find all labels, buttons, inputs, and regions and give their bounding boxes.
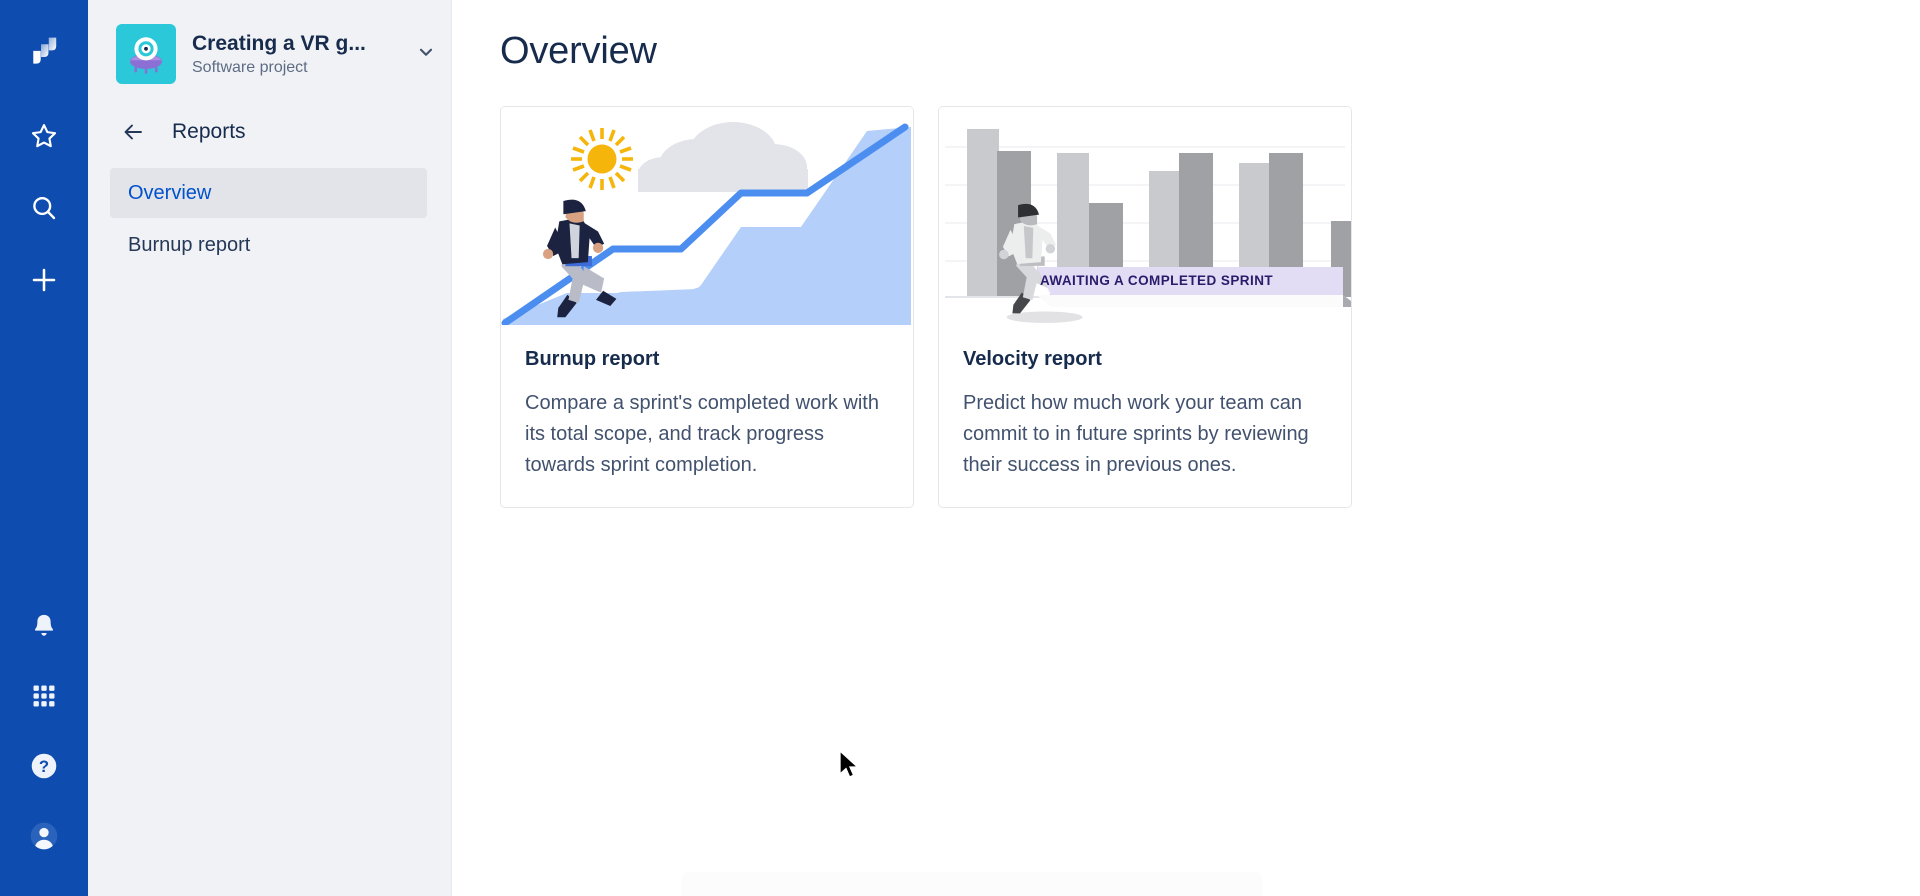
bell-icon [34, 614, 54, 636]
ufo-icon [118, 26, 174, 82]
sun-shape [571, 128, 633, 190]
sidebar-item-overview[interactable]: Overview [110, 168, 427, 218]
search-icon [33, 196, 56, 220]
card-description: Compare a sprint's completed work with i… [525, 392, 879, 476]
awaiting-sprint-banner [1037, 267, 1351, 307]
burnup-illustration-svg [501, 107, 913, 325]
jira-logo-icon [33, 37, 57, 64]
burnup-chart-illustration [501, 107, 913, 325]
card-description: Predict how much work your team can comm… [963, 392, 1309, 476]
jira-reports-overview-page: ? Creating a VR g... Software project Re… [0, 0, 1920, 896]
project-avatar [116, 24, 176, 84]
card-title: Velocity report [963, 348, 1102, 370]
project-sidebar: Creating a VR g... Software project Repo… [88, 0, 452, 896]
svg-text:?: ? [39, 757, 49, 776]
help-icon: ? [31, 753, 57, 779]
sidebar-item-burnup-report[interactable]: Burnup report [110, 220, 427, 270]
velocity-illustration-svg [939, 107, 1351, 325]
burnup-card-body: Burnup report Compare a sprint's complet… [501, 325, 913, 507]
main-content: Overview Burnup report Compare a sprint'… [452, 0, 1920, 896]
notifications-button[interactable] [16, 598, 72, 654]
project-switcher[interactable]: Creating a VR g... Software project [88, 16, 451, 88]
back-button[interactable] [116, 115, 150, 149]
project-name: Creating a VR g... [192, 31, 366, 55]
page-title: Overview [500, 30, 657, 72]
velocity-card-body: Velocity report Predict how much work yo… [939, 325, 1351, 507]
velocity-chart-illustration: AWAITING A COMPLETED SPRINT [939, 107, 1351, 325]
section-title: Reports [172, 120, 246, 143]
global-nav-rail: ? [0, 0, 88, 896]
starred-button[interactable] [16, 108, 72, 164]
create-button[interactable] [16, 252, 72, 308]
search-button[interactable] [16, 180, 72, 236]
sidebar-item-label: Burnup report [128, 233, 251, 256]
card-title: Burnup report [525, 348, 660, 370]
profile-avatar-button[interactable] [16, 808, 72, 864]
project-meta: Creating a VR g... Software project [192, 31, 405, 78]
reports-section-header: Reports [88, 112, 451, 152]
jira-logo[interactable] [16, 24, 72, 80]
chevron-down-icon[interactable] [415, 41, 437, 68]
star-icon [31, 124, 57, 148]
reports-nav-list: Overview Burnup report [88, 168, 451, 270]
arrow-left-icon [124, 124, 142, 140]
sidebar-item-label: Overview [128, 181, 212, 204]
report-card-burnup[interactable]: Burnup report Compare a sprint's complet… [500, 106, 914, 508]
report-card-velocity[interactable]: AWAITING A COMPLETED SPRINT Velocity rep… [938, 106, 1352, 508]
app-switcher-icon [33, 685, 55, 707]
bottom-overlay-sliver [682, 872, 1262, 896]
report-card-grid: Burnup report Compare a sprint's complet… [500, 106, 1880, 508]
help-button[interactable]: ? [16, 738, 72, 794]
profile-avatar-icon [30, 822, 58, 850]
app-switcher-button[interactable] [16, 668, 72, 724]
project-type: Software project [192, 58, 308, 76]
plus-icon [32, 268, 56, 292]
rail-bottom-group: ? [16, 598, 72, 896]
